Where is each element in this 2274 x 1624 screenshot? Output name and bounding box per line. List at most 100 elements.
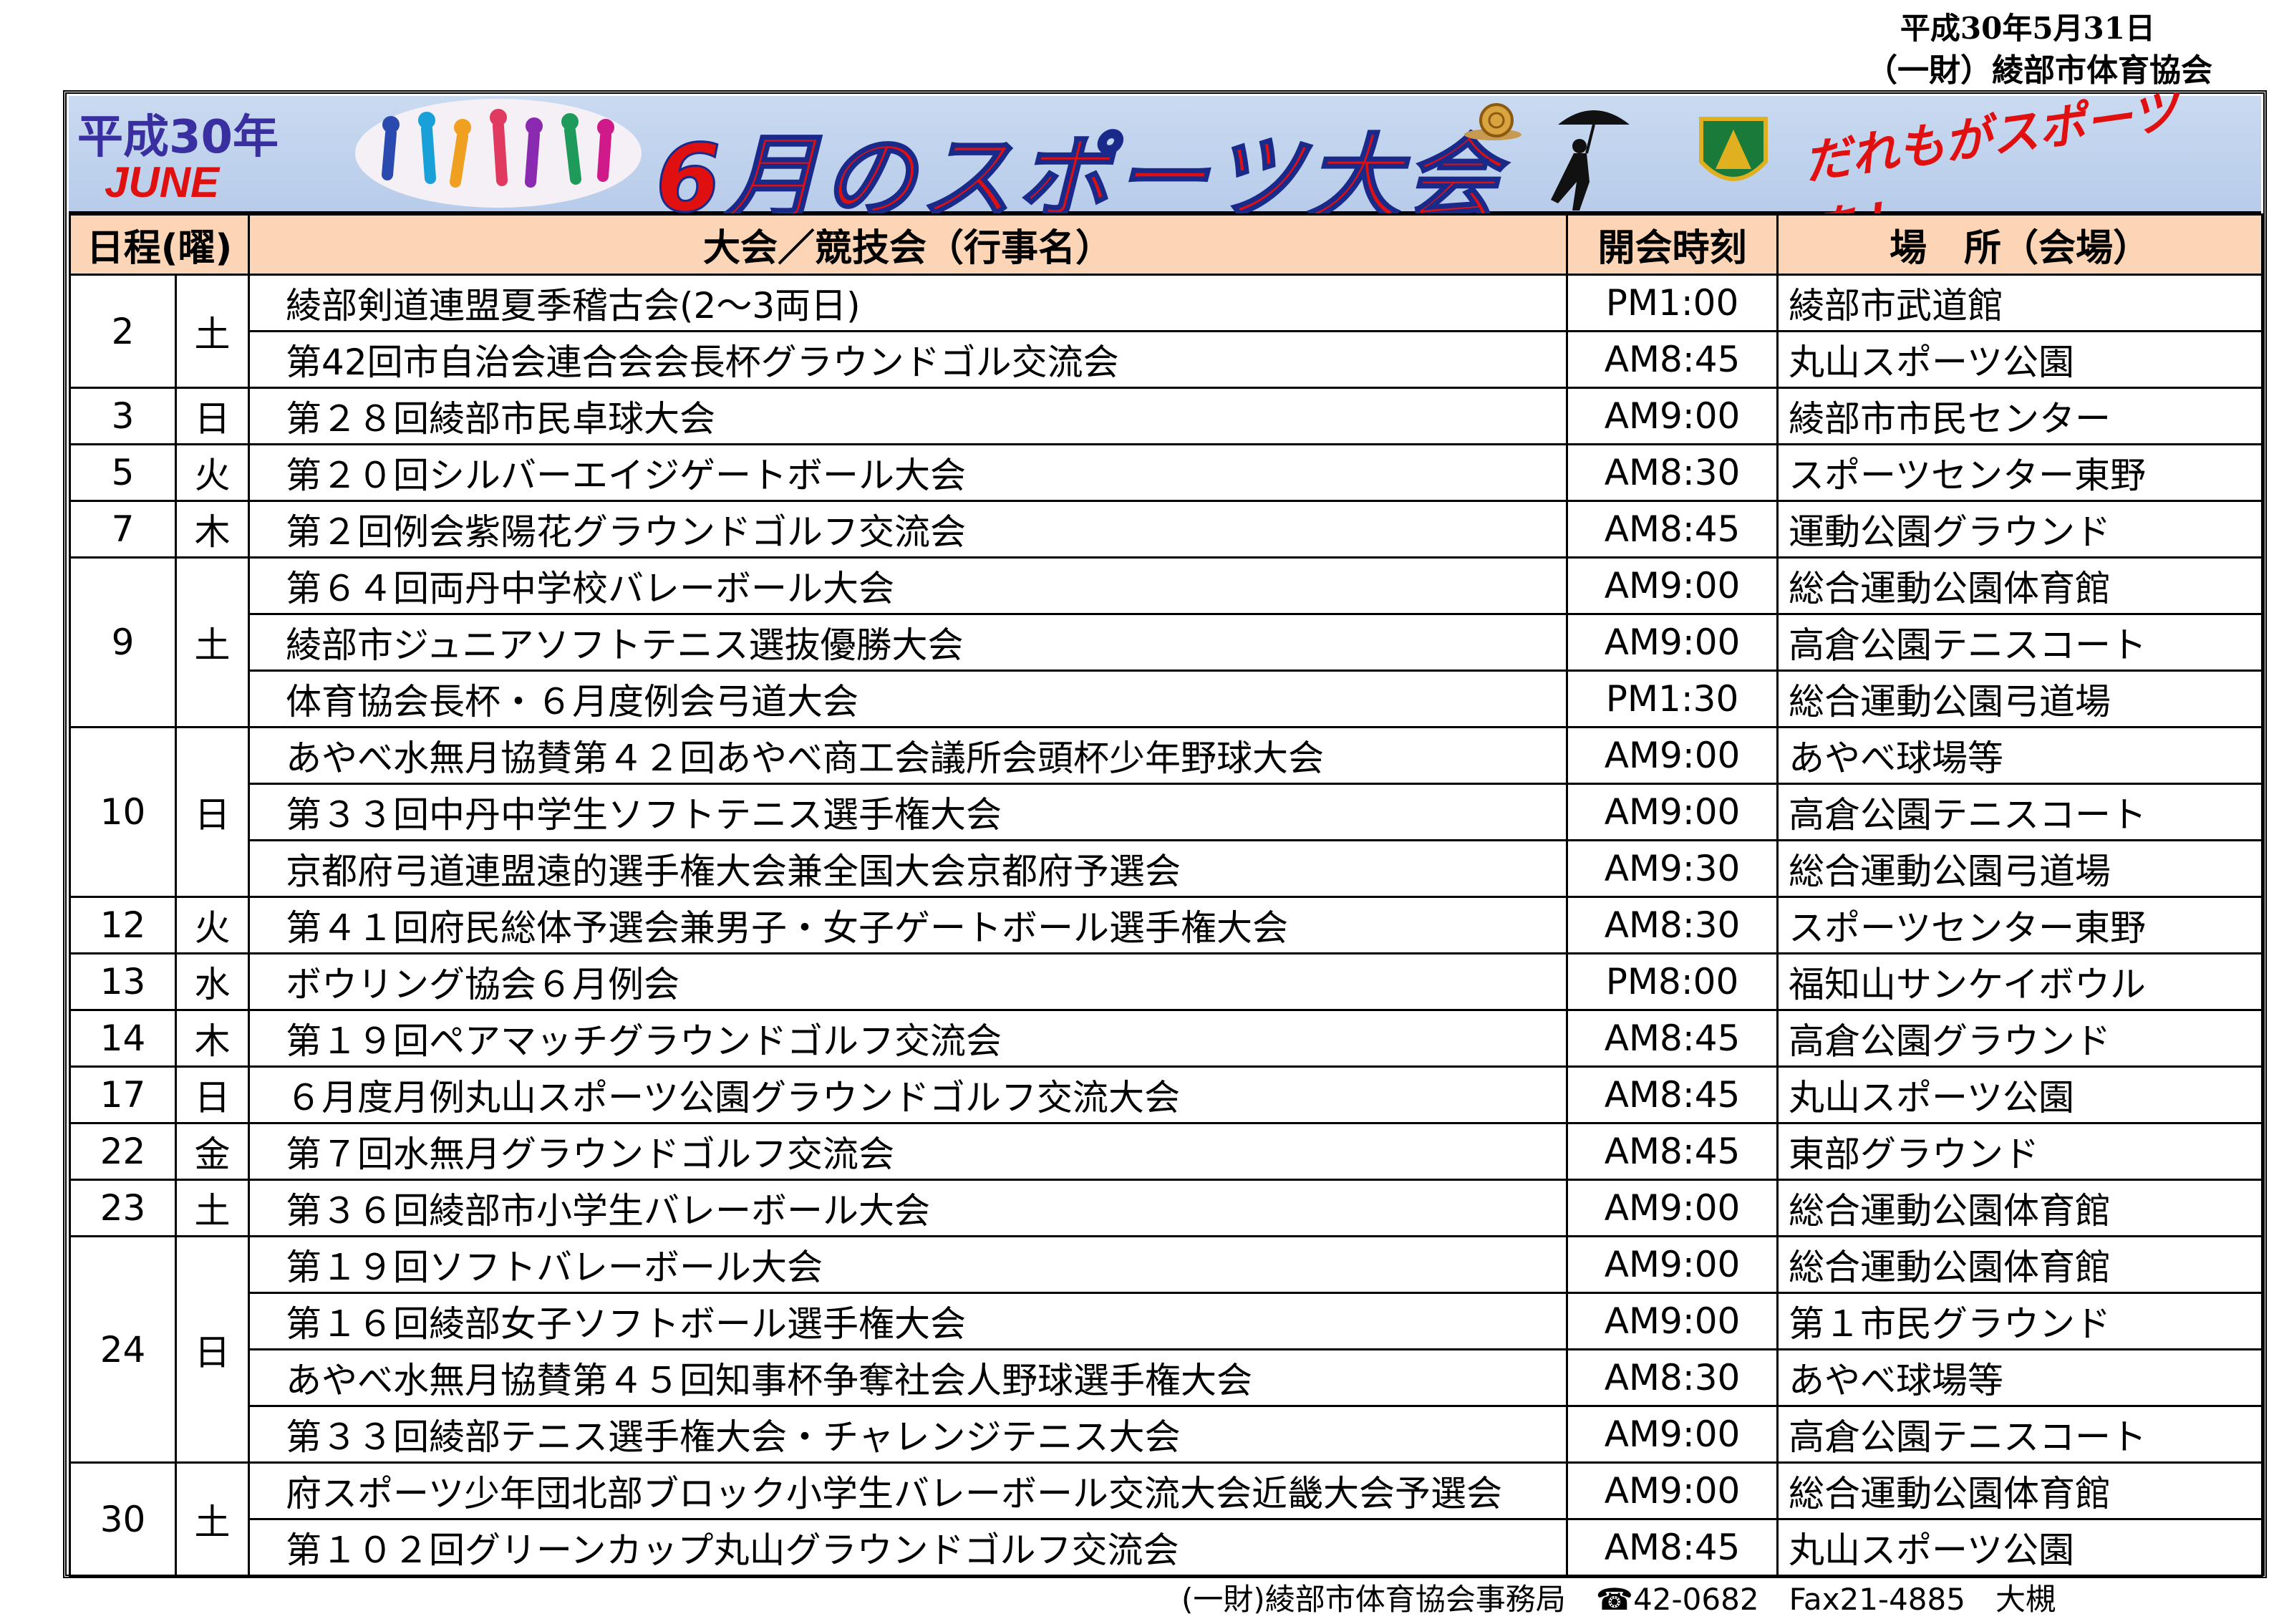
time-cell: AM8:45 (1566, 1009, 1779, 1068)
table-row: 体育協会長杯・６月度例会弓道大会 PM1:30 総合運動公園弓道場 (70, 670, 2264, 728)
snail-icon (1464, 103, 1521, 140)
table-row: 京都府弓道連盟遠的選手権大会兼全国大会京都府予選会 AM9:30 総合運動公園弓道場 (70, 839, 2264, 898)
place-cell: 総合運動公園体育館 (1776, 1461, 2264, 1520)
weekday-cell: 木 (174, 1009, 251, 1068)
day-cell: 5 (69, 443, 177, 502)
table-row: あやべ水無月協賛第４５回知事杯争奪社会人野球選手権大会 AM8:30 あやべ球場等 (70, 1348, 2264, 1407)
time-cell: AM9:00 (1566, 1179, 1779, 1237)
place-cell: あやべ球場等 (1776, 1348, 2264, 1407)
place-cell: 運動公園グラウンド (1776, 500, 2264, 559)
place-cell: 福知山サンケイボウル (1776, 952, 2264, 1011)
place-cell: 総合運動公園体育館 (1776, 1179, 2264, 1237)
time-cell: PM1:30 (1566, 670, 1779, 728)
day-cell: 10 (69, 726, 177, 898)
event-cell: ６月度月例丸山スポーツ公園グラウンドゴルフ交流大会 (248, 1065, 1569, 1124)
column-header-time: 開会時刻 (1566, 213, 1779, 276)
time-cell: PM1:00 (1566, 274, 1779, 332)
day-cell: 12 (69, 896, 177, 954)
event-cell: 第３３回中丹中学生ソフトテニス選手権大会 (248, 783, 1569, 841)
event-cell: 第３６回綾部市小学生バレーボール大会 (248, 1179, 1569, 1237)
time-cell: AM8:30 (1566, 1348, 1779, 1407)
day-cell: 23 (69, 1179, 177, 1237)
banner-month: JUNE (105, 158, 220, 206)
event-cell: 府スポーツ少年団北部ブロック小学生バレーボール交流大会近畿大会予選会 (248, 1461, 1569, 1520)
day-cell: 13 (69, 952, 177, 1011)
event-cell: 第42回市自治会連合会会長杯グラウンドゴル交流会 (248, 330, 1569, 389)
place-cell: 綾部市市民センター (1776, 387, 2264, 445)
day-cell: 17 (69, 1065, 177, 1124)
event-cell: 第１６回綾部女子ソフトボール選手権大会 (248, 1292, 1569, 1350)
place-cell: 綾部市武道館 (1776, 274, 2264, 332)
weekday-cell: 日 (174, 1235, 251, 1464)
place-cell: 総合運動公園弓道場 (1776, 670, 2264, 728)
weekday-cell: 火 (174, 896, 251, 954)
table-row: 第３３回綾部テニス選手権大会・チャレンジテニス大会 AM9:00 高倉公園テニスコー… (70, 1405, 2264, 1464)
time-cell: AM8:45 (1566, 330, 1779, 389)
time-cell: AM9:00 (1566, 1235, 1779, 1294)
column-header-date: 日程(曜) (68, 213, 251, 276)
event-cell: あやべ水無月協賛第４２回あやべ商工会議所会頭杯少年野球大会 (248, 726, 1569, 785)
table-header-row: 日程(曜) 大会／競技会（行事名） 開会時刻 場 所（会場） (68, 213, 2264, 276)
day-cell: 3 (69, 387, 177, 445)
time-cell: AM9:00 (1566, 726, 1779, 785)
day-cell: 22 (69, 1122, 177, 1181)
weekday-cell: 水 (174, 952, 251, 1011)
table-row: 第42回市自治会連合会会長杯グラウンドゴル交流会 AM8:45 丸山スポーツ公園 (70, 330, 2264, 389)
event-cell: 第１０２回グリーンカップ丸山グラウンドゴルフ交流会 (248, 1518, 1569, 1577)
place-cell: あやべ球場等 (1776, 726, 2264, 785)
event-cell: ボウリング協会６月例会 (248, 952, 1569, 1011)
event-cell: 体育協会長杯・６月度例会弓道大会 (248, 670, 1569, 728)
day-cell: 7 (69, 500, 177, 559)
place-cell: 高倉公園グラウンド (1776, 1009, 2264, 1068)
day-cell: 24 (69, 1235, 177, 1464)
time-cell: AM8:45 (1566, 500, 1779, 559)
day-cell: 30 (69, 1461, 177, 1577)
place-cell: 総合運動公園体育館 (1776, 1235, 2264, 1294)
weekday-cell: 木 (174, 500, 251, 559)
table-row: 23 土第３６回綾部市小学生バレーボール大会 AM9:00 総合運動公園体育館 (69, 1179, 2264, 1237)
weekday-cell: 日 (174, 387, 251, 445)
schedule-table: 日程(曜) 大会／競技会（行事名） 開会時刻 場 所（会場） 2 土綾部剣道連盟夏… (68, 213, 2264, 1577)
weekday-cell: 土 (174, 556, 251, 728)
place-cell: 第１市民グラウンド (1776, 1292, 2264, 1350)
time-cell: AM8:45 (1566, 1518, 1779, 1577)
umbrella-walker-icon (1551, 110, 1630, 211)
event-cell: 第２回例会紫陽花グラウンドゴルフ交流会 (248, 500, 1569, 559)
time-cell: AM9:00 (1566, 556, 1779, 615)
time-cell: AM9:00 (1566, 1405, 1779, 1464)
time-cell: AM9:00 (1566, 613, 1779, 672)
place-cell: 東部グラウンド (1776, 1122, 2264, 1181)
table-row: 第１６回綾部女子ソフトボール選手権大会 AM9:00 第１市民グラウンド (70, 1292, 2264, 1350)
event-cell: 第１９回ペアマッチグラウンドゴルフ交流会 (248, 1009, 1569, 1068)
event-cell: 第２０回シルバーエイジゲートボール大会 (248, 443, 1569, 502)
event-cell: 綾部剣道連盟夏季稽古会(2～3両日) (248, 274, 1569, 332)
event-cell: 綾部市ジュニアソフトテニス選抜優勝大会 (248, 613, 1569, 672)
event-cell: 第２８回綾部市民卓球大会 (248, 387, 1569, 445)
table-row: 14 木第１９回ペアマッチグラウンドゴルフ交流会 AM8:45 高倉公園グラウンド (69, 1009, 2264, 1068)
event-cell: 第３３回綾部テニス選手権大会・チャレンジテニス大会 (248, 1405, 1569, 1464)
time-cell: AM9:00 (1566, 783, 1779, 841)
table-row: 第３３回中丹中学生ソフトテニス選手権大会 AM9:00 高倉公園テニスコート (70, 783, 2264, 841)
table-row: 30 土府スポーツ少年団北部ブロック小学生バレーボール交流大会近畿大会予選会 AM9… (69, 1461, 2264, 1577)
day-cell: 9 (69, 556, 177, 728)
place-cell: 高倉公園テニスコート (1776, 613, 2264, 672)
time-cell: AM9:00 (1566, 1461, 1779, 1520)
place-cell: 総合運動公園体育館 (1776, 556, 2264, 615)
time-cell: PM8:00 (1566, 952, 1779, 1011)
footer-contact: (一財)綾部市体育協会事務局 ☎42-0682 Fax21-4885 大槻 (1181, 1582, 2056, 1617)
weekday-cell: 火 (174, 443, 251, 502)
table-row: 12 火第４１回府民総体予選会兼男子・女子ゲートボール選手権大会 AM8:30 スポー… (69, 896, 2264, 954)
place-cell: スポーツセンター東野 (1776, 443, 2264, 502)
table-row: 10 日あやべ水無月協賛第４２回あやべ商工会議所会頭杯少年野球大会 AM9:00 あや… (69, 726, 2264, 898)
table-row: 2 土綾部剣道連盟夏季稽古会(2～3両日) PM1:00 綾部市武道館 (69, 274, 2264, 389)
time-cell: AM9:00 (1566, 1292, 1779, 1350)
time-cell: AM8:30 (1566, 896, 1779, 954)
table-row: 24 日第１９回ソフトバレーボール大会 AM9:00 総合運動公園体育館 (69, 1235, 2264, 1464)
weekday-cell: 土 (174, 274, 251, 389)
place-cell: 高倉公園テニスコート (1776, 783, 2264, 841)
place-cell: 高倉公園テニスコート (1776, 1405, 2264, 1464)
time-cell: AM9:30 (1566, 839, 1779, 898)
event-cell: あやべ水無月協賛第４５回知事杯争奪社会人野球選手権大会 (248, 1348, 1569, 1407)
event-cell: 第６４回両丹中学校バレーボール大会 (248, 556, 1569, 615)
event-cell: 京都府弓道連盟遠的選手権大会兼全国大会京都府予選会 (248, 839, 1569, 898)
